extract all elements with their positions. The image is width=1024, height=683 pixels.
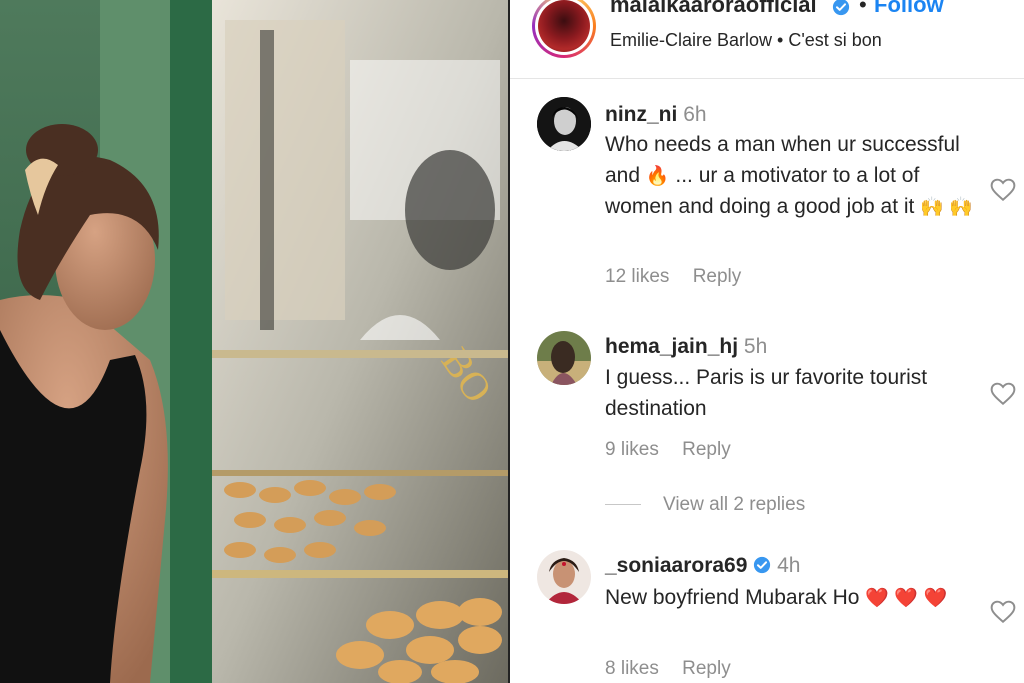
comment-meta: 12 likes Reply [605,266,759,288]
verified-badge-icon [832,0,850,16]
commenter-avatar[interactable] [537,550,591,604]
author-avatar-image [538,0,590,52]
red-heart-emoji-icon: ❤️ [923,587,948,609]
like-count[interactable]: 8 likes [605,658,659,679]
reply-button[interactable]: Reply [682,658,731,679]
commenter-username[interactable]: hema_jain_hj [605,335,738,358]
post-header: malaikaaroraofficial • Follow Emilie-Cla… [510,0,1024,79]
author-avatar[interactable] [532,0,596,58]
comment-meta: 9 likes Reply [605,439,749,461]
view-replies-link[interactable]: View all 2 replies [605,494,805,516]
heart-outline-icon[interactable] [990,600,1016,624]
commenter-avatar[interactable] [537,97,591,151]
verified-badge-icon [754,556,771,574]
comment-time: 6h [683,103,707,126]
comment-header: ninz_ni 6h [605,103,707,127]
reply-button[interactable]: Reply [693,266,742,287]
comment-text: New boyfriend Mubarak Ho ❤️ ❤️ ❤️ [605,582,990,613]
view-replies-label: View all 2 replies [663,494,806,515]
follow-button[interactable]: Follow [874,0,944,18]
comment-header: _soniaarora69 4h [605,554,800,578]
heart-outline-icon[interactable] [990,382,1016,406]
comment-header: hema_jain_hj 5h [605,335,767,359]
audio-attribution[interactable]: Emilie-Claire Barlow • C'est si bon [610,30,882,51]
reply-button[interactable]: Reply [682,439,731,460]
commenter-username[interactable]: ninz_ni [605,103,677,126]
post-photo: BO [0,0,508,683]
comment-meta: 8 likes Reply [605,658,749,680]
commenter-username[interactable]: _soniaarora69 [605,554,747,577]
replies-dash [605,504,641,506]
comment-time: 4h [777,554,801,577]
like-count[interactable]: 12 likes [605,266,669,287]
avatar-border [535,0,593,55]
comment-time: 5h [743,335,768,358]
red-heart-emoji-icon: ❤️ ❤️ [865,587,918,609]
commenter-avatar[interactable] [537,331,591,385]
comments-panel: malaikaaroraofficial • Follow Emilie-Cla… [510,0,1024,683]
comment-text: I guess... Paris is ur favorite tourist … [605,366,928,420]
comment-text-part: New boyfriend Mubarak Ho [605,586,866,609]
header-separator: • [859,0,867,17]
comment-text: Who needs a man when ur successful and 🔥… [605,129,990,222]
like-count[interactable]: 9 likes [605,439,659,460]
author-username[interactable]: malaikaaroraofficial [610,0,817,18]
heart-outline-icon[interactable] [990,178,1016,202]
fire-emoji-icon: 🔥 [645,165,670,187]
raised-hands-emoji-icon: 🙌 🙌 [920,196,973,218]
